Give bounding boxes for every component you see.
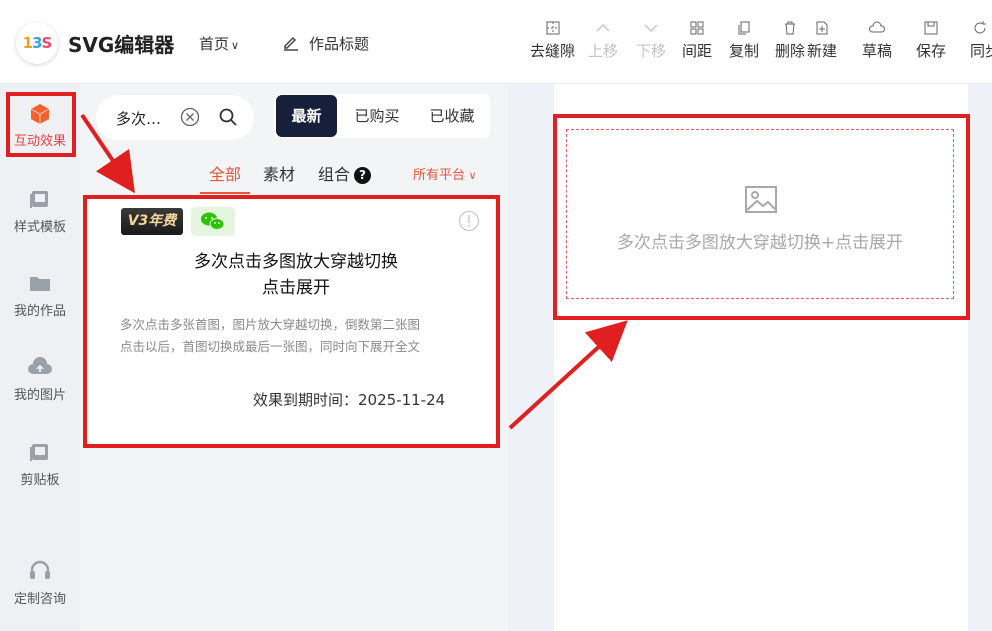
arrow-to-card xyxy=(80,113,135,194)
arrow-to-canvas xyxy=(508,320,628,430)
annotation-arrows xyxy=(80,113,628,430)
